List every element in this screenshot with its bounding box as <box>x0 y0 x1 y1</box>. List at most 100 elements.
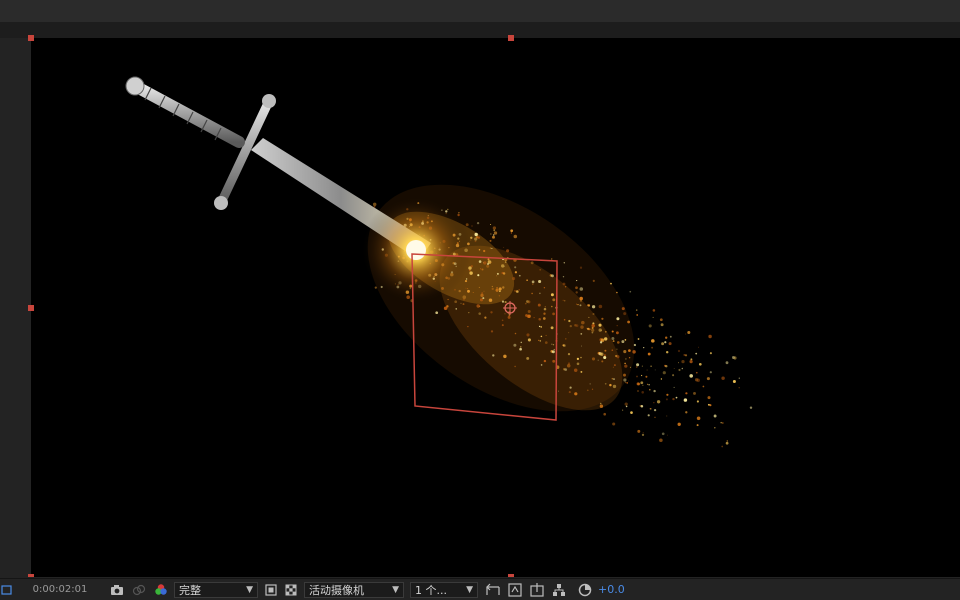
particle <box>636 314 639 316</box>
flowchart-icon[interactable] <box>550 581 568 599</box>
particle <box>538 279 542 284</box>
view-layout-value: 1 个... <box>415 583 447 597</box>
particle <box>543 307 547 311</box>
handle-top-left[interactable] <box>28 35 34 41</box>
particle <box>519 347 522 351</box>
chevron-down-icon: ▼ <box>466 584 473 595</box>
particle <box>659 318 663 322</box>
particle <box>458 289 461 293</box>
rgb-channel-icon[interactable] <box>152 581 170 599</box>
particle <box>480 293 484 298</box>
composition-viewer[interactable] <box>31 38 960 577</box>
particle <box>514 365 516 368</box>
particle <box>673 386 675 388</box>
particle <box>550 293 554 297</box>
particle <box>654 416 656 418</box>
particle <box>518 274 521 277</box>
particle <box>471 225 473 227</box>
particle <box>462 295 467 299</box>
particle <box>640 381 644 385</box>
particle <box>627 320 630 324</box>
reset-exposure-icon[interactable] <box>576 581 594 599</box>
particle <box>569 386 572 389</box>
particle <box>664 341 667 344</box>
particle <box>531 292 533 295</box>
particle <box>591 326 594 330</box>
region-toggle-icon[interactable] <box>262 581 280 599</box>
particle <box>530 261 534 265</box>
view-layout-dropdown[interactable]: 1 个... ▼ <box>410 581 478 598</box>
particle <box>636 363 640 367</box>
particle <box>532 283 534 285</box>
particle <box>592 279 595 282</box>
particle <box>665 350 669 354</box>
particle <box>709 371 712 374</box>
chevron-down-icon: ▼ <box>392 584 399 595</box>
particle <box>478 312 481 315</box>
particle <box>623 350 627 354</box>
particle <box>551 343 553 345</box>
particle <box>721 376 725 380</box>
particle <box>489 247 491 249</box>
particle <box>481 268 484 271</box>
reset-view-icon[interactable] <box>484 581 502 599</box>
particle <box>563 318 566 321</box>
particle <box>641 365 643 367</box>
particle <box>696 378 700 383</box>
particle <box>640 405 644 408</box>
handle-bottom-left[interactable] <box>28 574 34 577</box>
particle <box>604 349 607 352</box>
handle-bottom-center[interactable] <box>508 574 514 577</box>
particle <box>601 360 604 363</box>
particle <box>575 324 579 328</box>
particle <box>526 333 530 337</box>
particle <box>626 382 629 384</box>
particle <box>540 364 543 366</box>
particle <box>656 400 661 404</box>
timeline-icon[interactable] <box>528 581 546 599</box>
particle <box>622 409 624 411</box>
particle <box>504 301 507 304</box>
particle <box>489 239 492 242</box>
particle <box>588 316 590 318</box>
current-time-display[interactable]: 0:00:02:01 <box>18 581 102 599</box>
particle <box>490 223 492 226</box>
camera-view-dropdown[interactable]: 活动摄像机 ▼ <box>304 581 404 598</box>
particle <box>540 335 543 338</box>
particle <box>490 233 492 235</box>
transparency-grid-icon[interactable] <box>282 581 300 599</box>
particle <box>499 290 501 293</box>
resolution-value: 完整 <box>179 583 201 597</box>
particle <box>564 368 568 371</box>
handle-top-center[interactable] <box>508 35 514 41</box>
particle <box>698 362 702 366</box>
particle <box>507 315 511 319</box>
particle <box>665 365 668 368</box>
particle <box>490 330 494 333</box>
particle <box>542 317 546 320</box>
resolution-dropdown[interactable]: 完整 ▼ <box>174 581 258 598</box>
particle <box>616 317 620 321</box>
particle <box>689 360 693 364</box>
particle <box>565 338 567 340</box>
fast-preview-icon[interactable] <box>506 581 524 599</box>
particle <box>501 264 505 268</box>
particle <box>609 383 612 387</box>
particle <box>550 258 553 260</box>
handle-middle-left[interactable] <box>28 305 34 311</box>
camera-icon[interactable] <box>108 581 126 599</box>
particle <box>579 287 584 291</box>
region-of-interest-icon[interactable] <box>0 581 14 599</box>
particle <box>713 414 717 418</box>
particle <box>580 325 584 329</box>
particle <box>662 371 666 375</box>
particle <box>630 411 633 414</box>
particle <box>492 234 495 236</box>
particle <box>573 368 578 372</box>
particle <box>714 427 716 429</box>
exposure-value[interactable]: +0.0 <box>598 581 625 599</box>
show-snapshot-icon[interactable] <box>130 581 148 599</box>
particle <box>492 235 495 239</box>
particle <box>482 297 485 300</box>
particle <box>543 287 546 289</box>
